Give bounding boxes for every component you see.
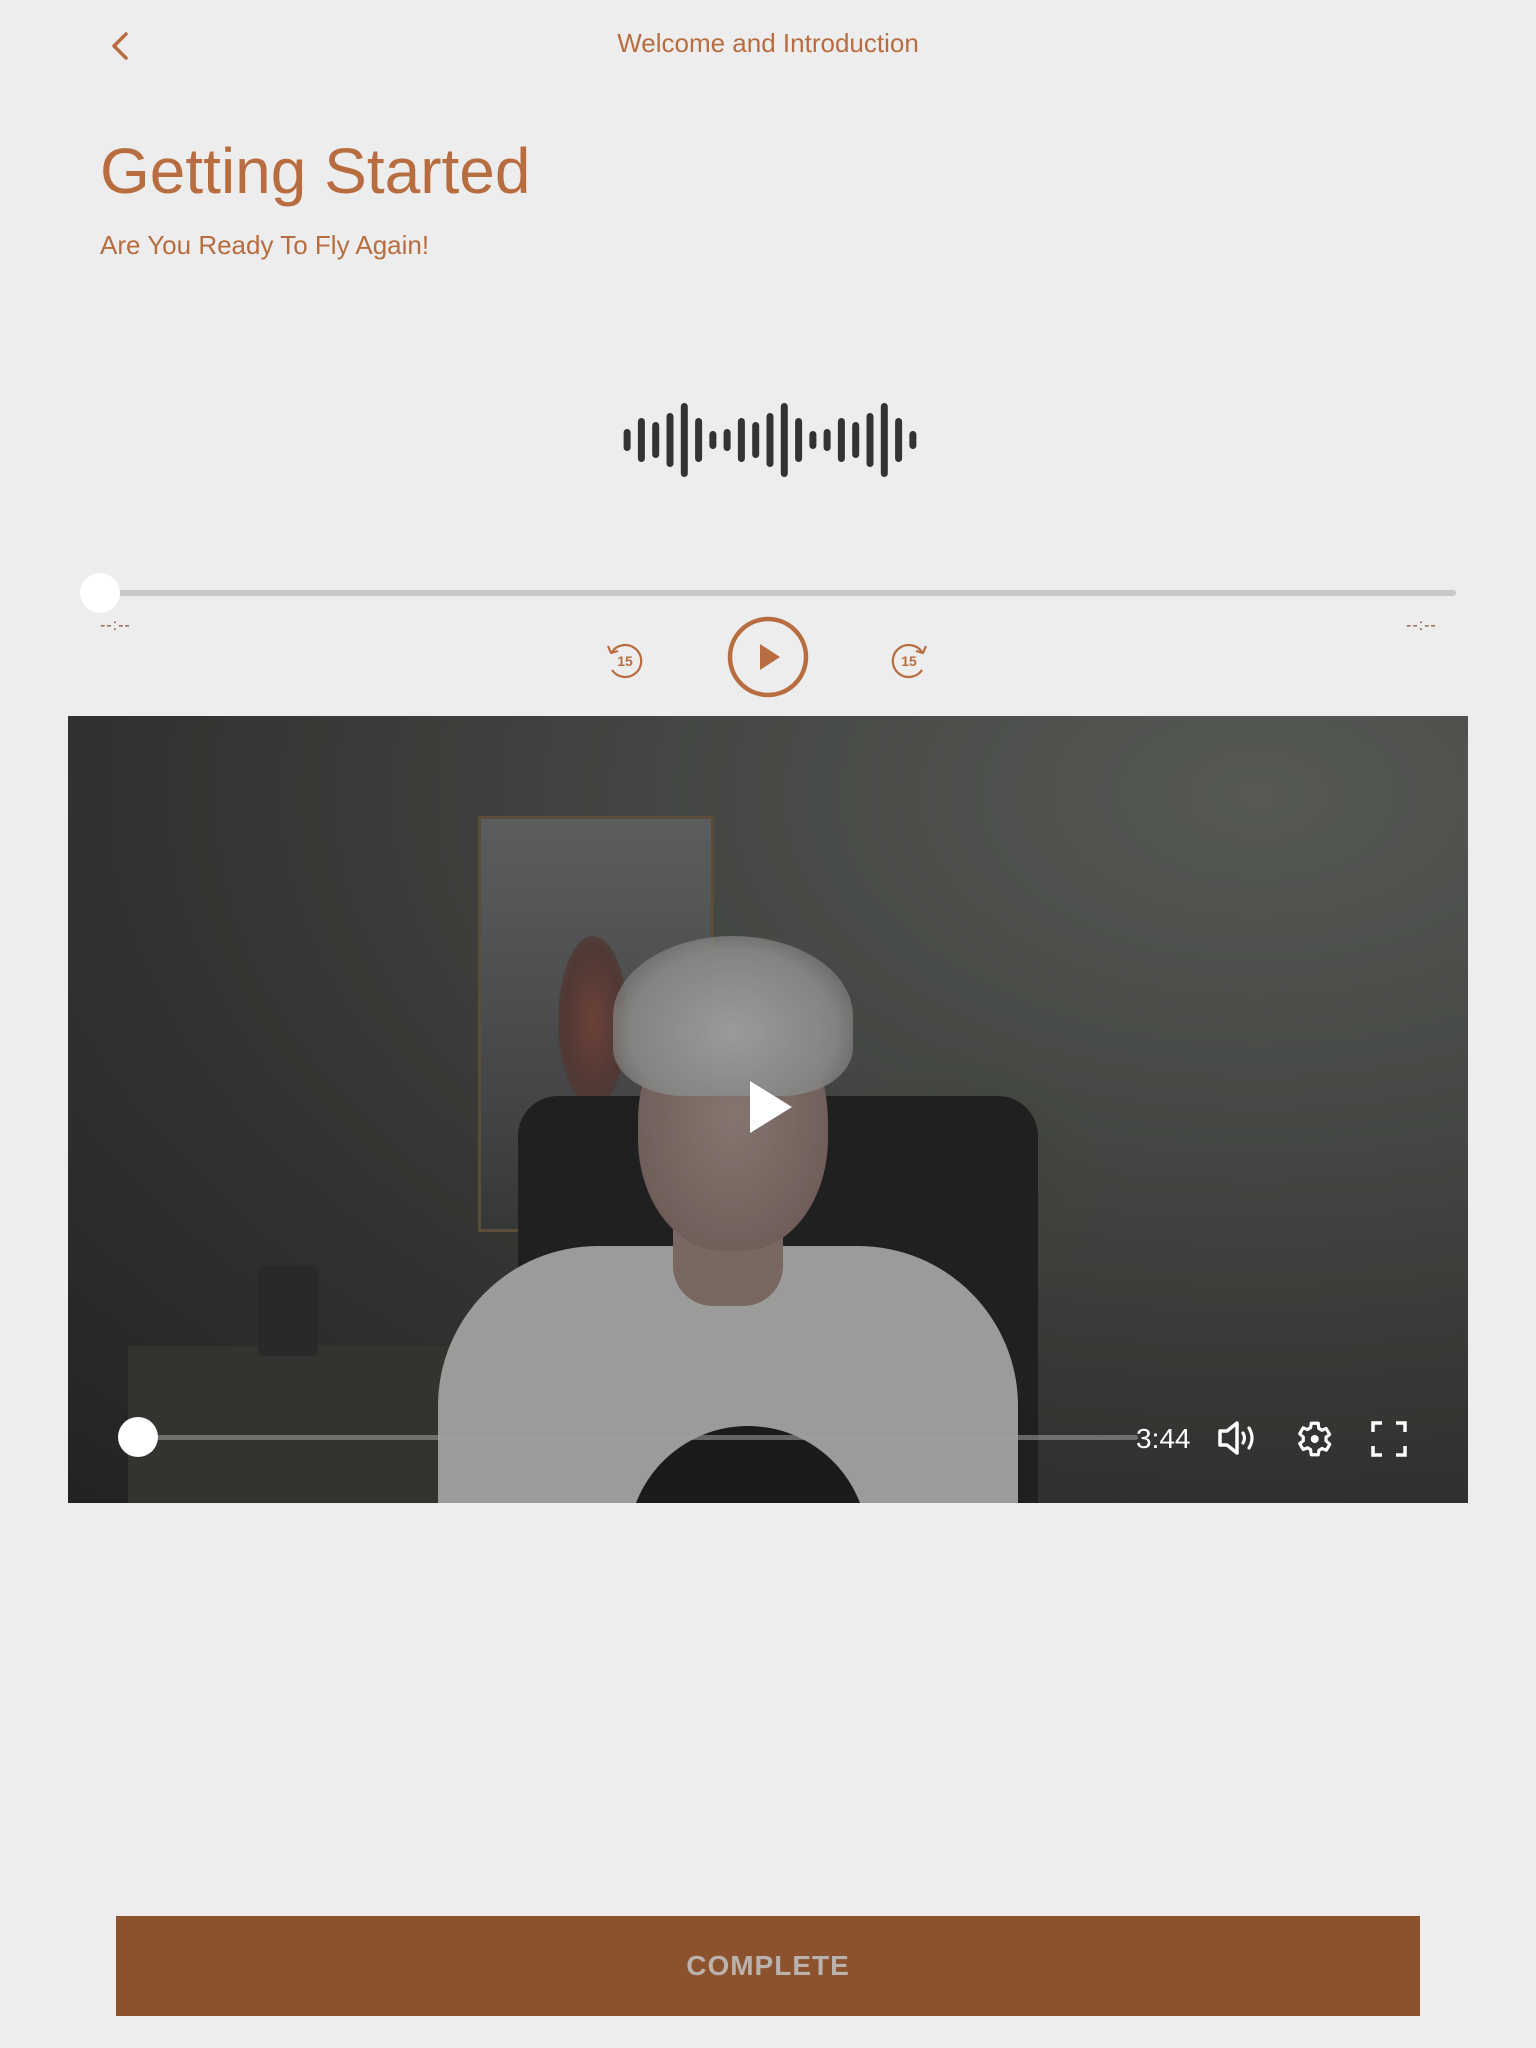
waveform-bar — [895, 418, 903, 462]
waveform-bar — [723, 429, 731, 451]
fullscreen-icon — [1371, 1421, 1407, 1457]
waveform-bar — [837, 418, 845, 462]
forward-15-button[interactable]: 15 — [888, 638, 932, 682]
complete-button[interactable]: COMPLETE — [116, 1916, 1420, 2016]
waveform-bar — [852, 422, 860, 458]
rewind-label: 15 — [617, 653, 633, 669]
waveform-bar — [695, 418, 703, 462]
video-seek-bar[interactable] — [138, 1435, 1138, 1440]
waveform-bar — [666, 413, 674, 467]
settings-button[interactable] — [1292, 1418, 1334, 1460]
audio-elapsed-time: --:-- — [100, 617, 131, 634]
rewind-15-icon: 15 — [606, 643, 643, 679]
waveform-bar — [909, 431, 917, 449]
gear-icon — [1298, 1421, 1332, 1457]
volume-button[interactable] — [1216, 1418, 1260, 1458]
waveform-bar — [866, 413, 874, 467]
audio-total-time: --:-- — [1406, 617, 1437, 634]
forward-label: 15 — [901, 653, 917, 669]
audio-seek-bar[interactable] — [100, 590, 1456, 596]
rewind-15-button[interactable]: 15 — [602, 638, 646, 682]
fullscreen-button[interactable] — [1370, 1420, 1408, 1458]
waveform-bar — [709, 431, 717, 449]
forward-15-icon: 15 — [891, 643, 928, 679]
header-title: Welcome and Introduction — [617, 28, 919, 58]
audio-seek-thumb[interactable] — [80, 573, 120, 613]
waveform-bar — [809, 431, 817, 449]
waveform-bar — [652, 422, 660, 458]
waveform-bar — [780, 403, 788, 477]
volume-icon — [1218, 1421, 1254, 1455]
waveform-bar — [823, 429, 831, 451]
video-player[interactable]: 3:44 — [68, 716, 1468, 1503]
video-play-button[interactable] — [746, 1079, 794, 1135]
waveform-bar — [766, 413, 774, 467]
waveform-bar — [637, 418, 645, 462]
play-circle-icon — [727, 616, 809, 698]
play-icon — [750, 1081, 792, 1133]
video-seek-thumb[interactable] — [118, 1417, 158, 1457]
waveform-bar — [623, 429, 631, 451]
waveform-bar — [680, 403, 688, 477]
waveform-bar — [795, 418, 803, 462]
page-title: Getting Started — [100, 135, 531, 207]
waveform-bar — [737, 418, 745, 462]
audio-play-button[interactable] — [726, 615, 810, 699]
page-subtitle: Are You Ready To Fly Again! — [100, 230, 430, 260]
video-duration: 3:44 — [1136, 1423, 1191, 1454]
waveform-bar — [752, 422, 760, 458]
audio-waveform-icon — [623, 403, 917, 477]
waveform-bar — [880, 403, 888, 477]
